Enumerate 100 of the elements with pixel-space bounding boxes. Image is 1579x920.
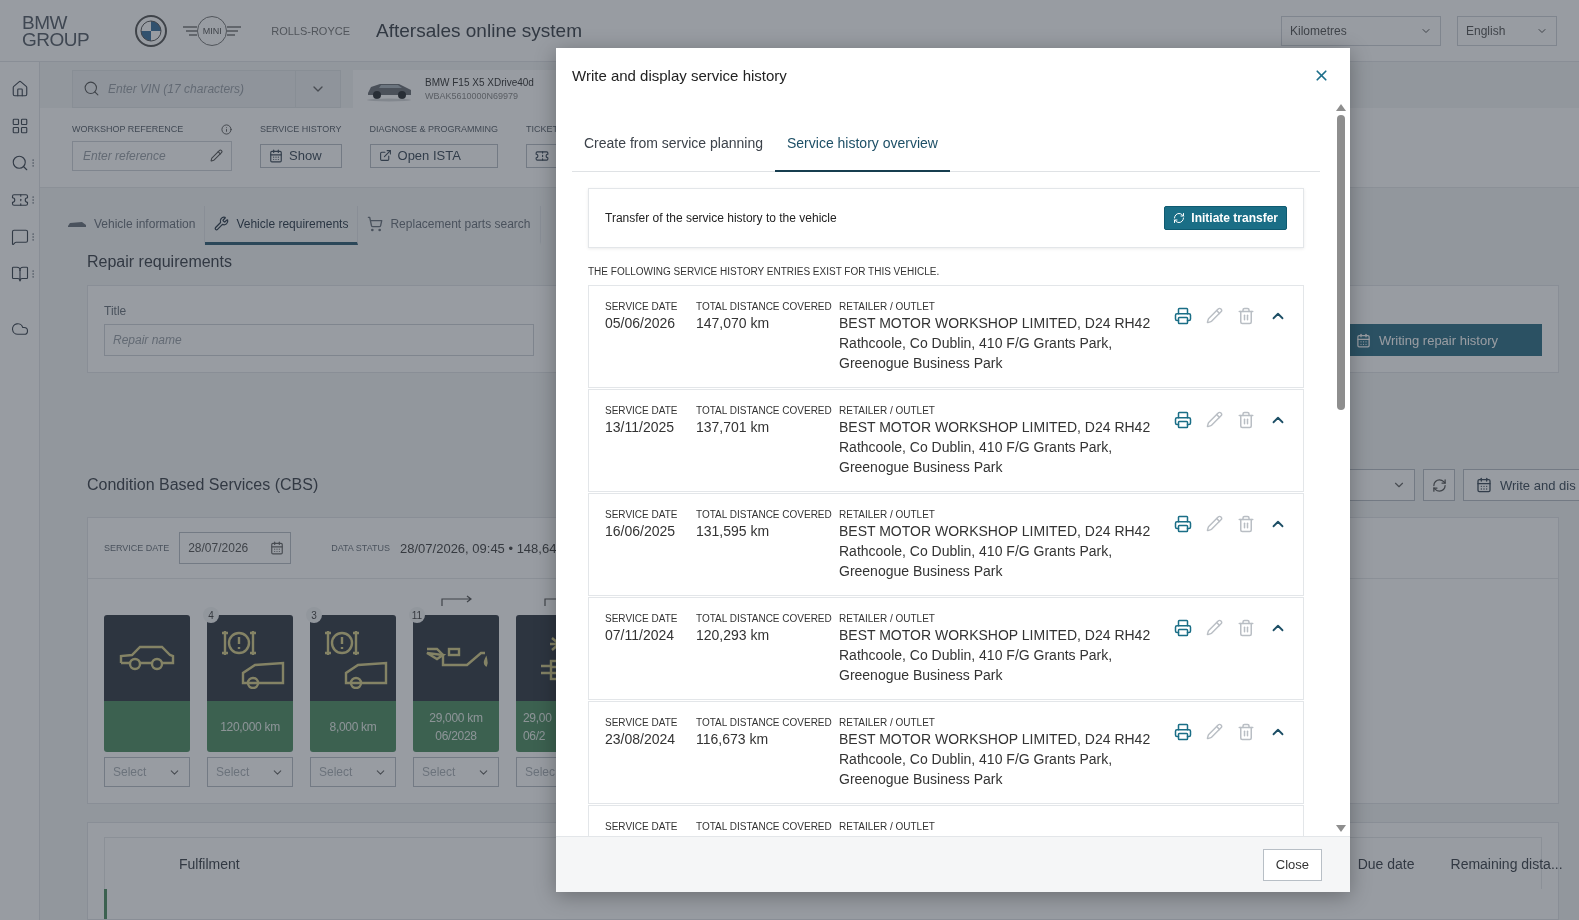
print-icon[interactable] [1174, 411, 1192, 429]
section-heading: Condition Based Services (CBS) [87, 476, 319, 494]
ticket-icon [535, 148, 550, 163]
unit-select[interactable]: Kilometres [1281, 15, 1441, 46]
show-button[interactable]: Show [260, 143, 342, 168]
entry-value: Greenogue Business Park [839, 562, 1004, 581]
wing-icon [227, 24, 242, 37]
company-logo: BMW GROUP [22, 13, 90, 48]
vehicle-name: BMW F15 X5 XDrive40d [425, 76, 534, 88]
entry-value: 16/06/2025 [605, 522, 677, 541]
print-icon[interactable] [1174, 723, 1192, 741]
dialog-title: Write and display service history [572, 66, 787, 84]
entry-value: Greenogue Business Park [839, 770, 1004, 789]
field-label: WORKSHOP REFERENCE [72, 124, 184, 135]
entry-value: Rathcoole, Co Dublin, 410 F/G Grants Park, [839, 542, 1114, 561]
app-title: Aftersales online system [376, 19, 582, 42]
list-heading: THE FOLLOWING SERVICE HISTORY ENTRIES EXIST FOR THIS VEHICLE. [588, 266, 941, 277]
search-icon[interactable] [10, 154, 29, 172]
write-button[interactable]: Write and dis [1463, 469, 1579, 501]
tab[interactable]: Replacement parts search [358, 205, 541, 245]
entry-label: RETAILER / OUTLET [839, 821, 936, 833]
car-icon [67, 219, 87, 228]
close-button[interactable]: Close [1262, 848, 1322, 881]
arrow-icon [441, 595, 473, 607]
vehicle-vin: WBAK5610000N69979 [425, 90, 520, 101]
open-ista-button[interactable]: Open ISTA [369, 143, 499, 168]
count-badge: 4 [203, 607, 219, 623]
entry-value: BEST MOTOR WORKSHOP LIMITED, D24 RH42 [839, 730, 1152, 749]
entry-value: 137,701 km [696, 418, 771, 437]
entry-value: 120,293 km [696, 626, 771, 645]
refresh-icon [1431, 477, 1447, 493]
entry-label: RETAILER / OUTLET [839, 405, 936, 417]
entry-value: 116,673 km [696, 730, 770, 749]
entry-label: TOTAL DISTANCE COVERED [696, 509, 833, 521]
cloud-icon[interactable] [10, 320, 29, 338]
entry-label: TOTAL DISTANCE COVERED [696, 301, 833, 313]
entry-value: BEST MOTOR WORKSHOP LIMITED, D24 RH42 [839, 314, 1152, 333]
field-label: SERVICE HISTORY [260, 123, 342, 134]
data-status: 28/07/2026, 09:45 • 148,64 [400, 540, 557, 556]
print-icon[interactable] [1174, 307, 1192, 325]
date-field[interactable]: 28/07/2026 [179, 532, 292, 564]
ticket-icon[interactable] [10, 191, 29, 209]
home-icon[interactable] [10, 80, 29, 98]
entry-label: RETAILER / OUTLET [839, 301, 936, 313]
entry-value: BEST MOTOR WORKSHOP LIMITED, D24 RH42 [839, 626, 1152, 645]
entry-label: RETAILER / OUTLET [839, 717, 936, 729]
calendar-icon [1476, 477, 1492, 493]
ticket-button[interactable] [526, 143, 559, 168]
entry-label: RETAILER / OUTLET [839, 509, 936, 521]
entry-value: Rathcoole, Co Dublin, 410 F/G Grants Park, [839, 646, 1114, 665]
external-link-icon [378, 149, 392, 163]
field-label: TICKET [526, 123, 559, 134]
entry-label: TOTAL DISTANCE COVERED [696, 717, 833, 729]
entry-value: Rathcoole, Co Dublin, 410 F/G Grants Park, [839, 334, 1114, 353]
cart-icon [367, 215, 384, 232]
wrench-icon [214, 216, 230, 232]
refresh-icon [1173, 212, 1186, 224]
column-header: Remaining dista... [1450, 855, 1563, 872]
calendar-icon [269, 148, 283, 163]
pencil-icon [210, 149, 223, 163]
entry-value: 131,595 km [696, 522, 771, 541]
chat-icon[interactable] [10, 228, 29, 246]
tab[interactable]: Vehicle requirements [205, 205, 359, 245]
entry-value: Rathcoole, Co Dublin, 410 F/G Grants Park, [839, 750, 1114, 769]
print-icon[interactable] [1174, 619, 1192, 637]
tile-value: 29,000 km [429, 710, 483, 725]
tab[interactable]: Vehicle information [58, 205, 206, 245]
entry-value: Rathcoole, Co Dublin, 410 F/G Grants Park, [839, 438, 1114, 457]
entry-label: SERVICE DATE [605, 301, 679, 313]
entry-value: BEST MOTOR WORKSHOP LIMITED, D24 RH42 [839, 418, 1152, 437]
tab[interactable]: Create from service planning [572, 116, 775, 172]
entry-label: SERVICE DATE [605, 509, 679, 521]
entry-value: Greenogue Business Park [839, 354, 1004, 373]
tile-value: 29,00 [523, 710, 552, 725]
entry-value: BEST MOTOR WORKSHOP LIMITED, D24 RH42 [839, 522, 1152, 541]
count-badge: 3 [306, 607, 322, 623]
calendar-icon [1356, 332, 1371, 348]
info-icon [221, 123, 232, 135]
book-icon[interactable] [10, 265, 29, 283]
roundel-logo [135, 14, 168, 47]
entry-value: 07/11/2024 [605, 626, 676, 645]
brand-name: ROLLS-ROYCE [271, 24, 351, 37]
column-header: Due date [1357, 855, 1415, 872]
language-select[interactable]: English [1457, 15, 1557, 46]
entry-value: 23/08/2024 [605, 730, 677, 749]
car-icon [118, 643, 176, 673]
tab[interactable]: Service history overview [775, 116, 950, 172]
grid-icon[interactable] [10, 117, 29, 135]
field-label: DATA STATUS [331, 543, 391, 553]
tile-value: 06/2 [523, 728, 546, 743]
entry-value: Greenogue Business Park [839, 666, 1004, 685]
print-icon[interactable] [1174, 515, 1192, 533]
wing-icon [183, 24, 198, 37]
entry-label: SERVICE DATE [605, 821, 679, 833]
refresh-button[interactable] [1423, 469, 1455, 501]
entry-label: SERVICE DATE [605, 613, 679, 625]
initiate-transfer-button[interactable]: Initiate transfer [1164, 206, 1287, 230]
entry-label: TOTAL DISTANCE COVERED [696, 405, 833, 417]
search-icon [83, 80, 100, 98]
entry-value: Greenogue Business Park [839, 458, 1004, 477]
